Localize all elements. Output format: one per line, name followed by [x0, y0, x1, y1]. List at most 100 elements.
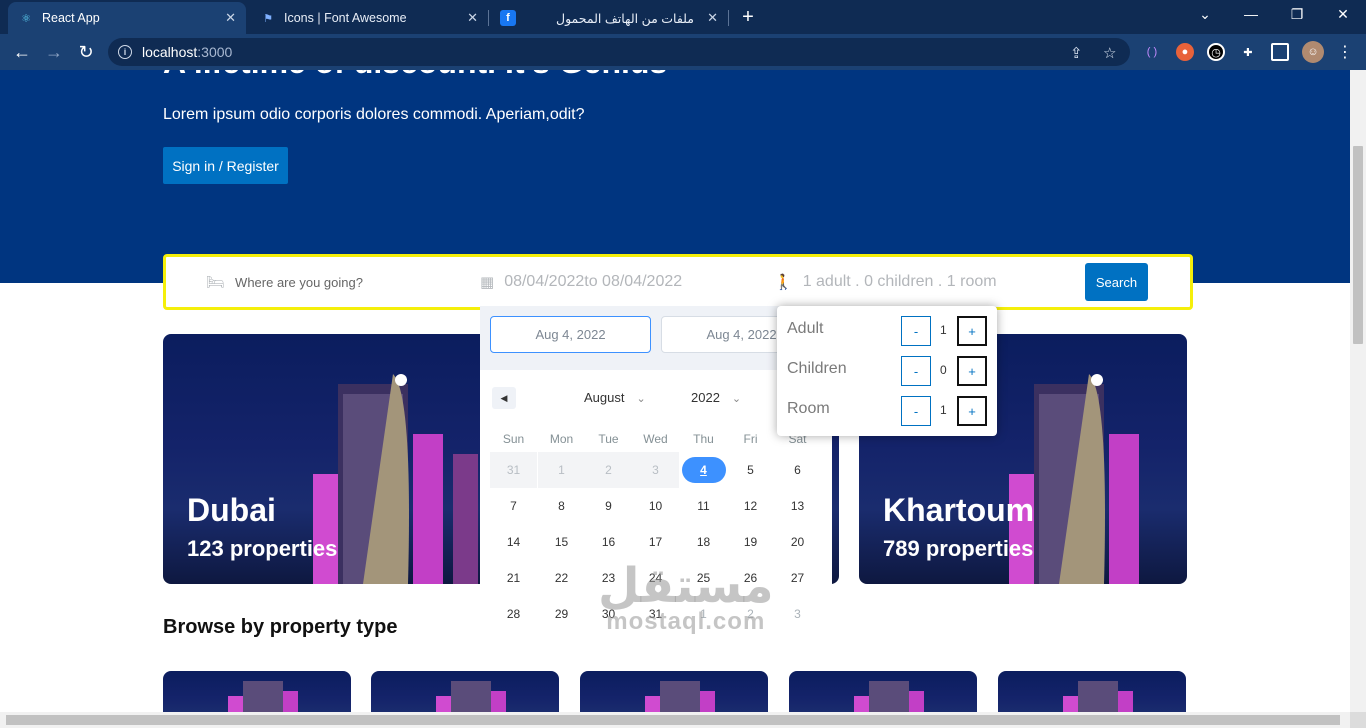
- tab-title: Icons | Font Awesome: [284, 11, 407, 25]
- calendar-day[interactable]: 7: [490, 488, 537, 524]
- calendar-day[interactable]: 9: [585, 488, 632, 524]
- destination-field[interactable]: 🛏: [206, 257, 456, 307]
- profile-avatar[interactable]: ☺: [1302, 41, 1324, 63]
- weekday-label: Tue: [598, 432, 619, 446]
- calendar-day[interactable]: 5: [727, 452, 774, 488]
- weekday-label: Thu: [693, 432, 714, 446]
- calendar-day[interactable]: 1: [538, 452, 585, 488]
- extension-clock-icon[interactable]: ◷: [1207, 43, 1225, 61]
- calendar-day[interactable]: 10: [632, 488, 679, 524]
- date-range-field[interactable]: ▦ 08/04/2022to 08/04/2022: [480, 257, 682, 307]
- info-icon[interactable]: i: [118, 45, 132, 59]
- calendar-day[interactable]: 22: [538, 560, 585, 596]
- calendar-day[interactable]: 11: [680, 488, 727, 524]
- back-icon[interactable]: ←: [11, 41, 33, 63]
- children-decrement-button[interactable]: -: [901, 356, 931, 386]
- option-label: Adult: [787, 320, 824, 337]
- calendar-day[interactable]: 17: [632, 524, 679, 560]
- tab-separator: [488, 10, 489, 26]
- month-select[interactable]: August ⌄: [584, 390, 646, 405]
- search-button[interactable]: Search: [1085, 263, 1148, 301]
- horizontal-scrollbar[interactable]: [0, 712, 1350, 728]
- calendar-day[interactable]: 31: [490, 452, 537, 488]
- adult-decrement-button[interactable]: -: [901, 316, 931, 346]
- calendar-day[interactable]: 2: [585, 452, 632, 488]
- new-tab-icon[interactable]: +: [738, 6, 758, 28]
- calendar-day[interactable]: 3: [774, 596, 821, 632]
- close-icon[interactable]: ✕: [225, 10, 236, 26]
- vertical-scroll-thumb[interactable]: [1353, 146, 1363, 344]
- adult-count: 1: [940, 323, 947, 337]
- weekday-label: Wed: [643, 432, 668, 446]
- calendar-day[interactable]: 29: [538, 596, 585, 632]
- calendar-day-selected[interactable]: 4: [680, 452, 727, 488]
- option-label: Children: [787, 360, 847, 377]
- share-icon[interactable]: ⇪: [1070, 44, 1083, 62]
- facebook-icon: f: [500, 10, 516, 26]
- window-close-icon[interactable]: ✕: [1333, 6, 1353, 23]
- featured-property-count: 123 properties: [187, 536, 338, 561]
- calendar-day[interactable]: 3: [632, 452, 679, 488]
- selected-day-pill: 4: [681, 457, 726, 483]
- side-panel-icon[interactable]: [1271, 43, 1289, 61]
- tab-font-awesome[interactable]: ⚑ Icons | Font Awesome ✕: [250, 2, 488, 34]
- property-type-card[interactable]: [998, 671, 1186, 712]
- featured-property-count: 789 properties: [883, 536, 1034, 561]
- watermark-latin: mostaql.com: [606, 608, 766, 635]
- calendar-day[interactable]: 14: [490, 524, 537, 560]
- start-date-input[interactable]: Aug 4, 2022: [490, 316, 651, 353]
- tab-search-chevron-icon[interactable]: ⌄: [1195, 6, 1215, 23]
- calendar-day[interactable]: 18: [680, 524, 727, 560]
- bed-icon: 🛏: [206, 274, 226, 291]
- extension-orange-icon[interactable]: ●: [1176, 43, 1194, 61]
- calendar-day[interactable]: 19: [727, 524, 774, 560]
- room-increment-button[interactable]: +: [957, 396, 987, 426]
- calendar-day[interactable]: 20: [774, 524, 821, 560]
- signin-register-button[interactable]: Sign in / Register: [163, 147, 288, 184]
- calendar-day[interactable]: 27: [774, 560, 821, 596]
- restore-icon[interactable]: ❐: [1287, 6, 1307, 23]
- vertical-scrollbar[interactable]: [1350, 70, 1366, 712]
- property-type-card[interactable]: [580, 671, 768, 712]
- forward-icon[interactable]: →: [43, 41, 65, 63]
- property-type-card[interactable]: [789, 671, 977, 712]
- bookmark-star-icon[interactable]: ☆: [1103, 44, 1116, 62]
- calendar-day[interactable]: 15: [538, 524, 585, 560]
- property-image: [580, 671, 768, 712]
- close-icon[interactable]: ✕: [707, 10, 718, 26]
- tab-bar: ⚛ React App ✕ ⚑ Icons | Font Awesome ✕ f…: [0, 0, 1366, 34]
- minimize-icon[interactable]: —: [1241, 6, 1261, 22]
- weekday-label: Sun: [502, 432, 525, 446]
- guests-options-text[interactable]: 1 adult . 0 children . 1 room: [803, 273, 997, 291]
- property-type-card[interactable]: [163, 671, 351, 712]
- prev-month-icon[interactable]: ◀: [492, 387, 516, 409]
- date-range-text[interactable]: 08/04/2022to 08/04/2022: [504, 273, 682, 291]
- calendar-day[interactable]: 6: [774, 452, 821, 488]
- chevron-down-icon: ⌄: [731, 393, 742, 405]
- calendar-day[interactable]: 21: [490, 560, 537, 596]
- options-row-room: Room - 1 +: [787, 396, 987, 426]
- adult-increment-button[interactable]: +: [957, 316, 987, 346]
- reload-icon[interactable]: ↻: [75, 41, 97, 63]
- extension-dev-icon[interactable]: ( ): [1143, 43, 1161, 61]
- calendar-day[interactable]: 16: [585, 524, 632, 560]
- guests-options-field[interactable]: 🚶 1 adult . 0 children . 1 room: [774, 257, 997, 307]
- featured-city-name: Dubai: [187, 492, 276, 528]
- children-increment-button[interactable]: +: [957, 356, 987, 386]
- tab-facebook[interactable]: f ملفات من الهاتف المحمول ✕: [490, 2, 728, 34]
- calendar-day[interactable]: 13: [774, 488, 821, 524]
- url-input[interactable]: i localhost:3000 ⇪ ☆: [108, 38, 1130, 66]
- children-count: 0: [940, 363, 947, 377]
- puzzle-extensions-icon[interactable]: ✚: [1239, 43, 1257, 61]
- property-type-card[interactable]: [371, 671, 559, 712]
- calendar-day[interactable]: 28: [490, 596, 537, 632]
- menu-kebab-icon[interactable]: ⋮: [1336, 43, 1354, 61]
- destination-input[interactable]: [235, 274, 456, 290]
- room-decrement-button[interactable]: -: [901, 396, 931, 426]
- calendar-day[interactable]: 12: [727, 488, 774, 524]
- horizontal-scroll-thumb[interactable]: [6, 715, 1340, 725]
- calendar-day[interactable]: 8: [538, 488, 585, 524]
- year-select[interactable]: 2022 ⌄: [691, 390, 741, 405]
- close-icon[interactable]: ✕: [467, 10, 478, 26]
- tab-react-app[interactable]: ⚛ React App ✕: [8, 2, 246, 34]
